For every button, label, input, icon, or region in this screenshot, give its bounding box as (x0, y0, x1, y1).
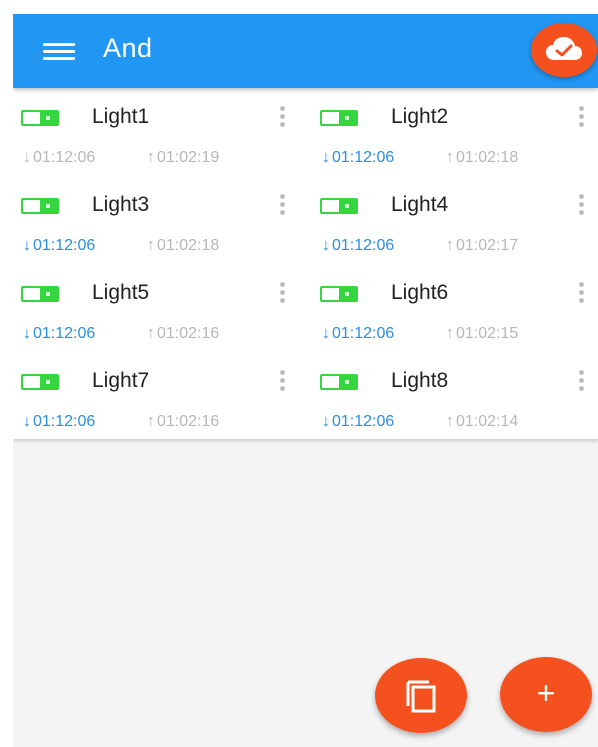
down-time: ↓ 01:12:06 (322, 413, 395, 430)
more-options-icon[interactable] (575, 368, 587, 394)
up-time: ↑ 01:02:17 (446, 237, 519, 254)
light-toggle-switch[interactable] (320, 286, 358, 302)
light-name: Light7 (92, 369, 150, 392)
light-toggle-switch[interactable] (21, 286, 59, 302)
more-options-icon[interactable] (575, 104, 587, 130)
arrow-down-icon: ↓ (23, 149, 31, 166)
light-toggle-switch[interactable] (320, 374, 358, 390)
light-card: Light6 ↓ 01:12:06 ↑ 01:02:15 (312, 264, 598, 352)
up-time: ↑ 01:02:14 (446, 413, 519, 430)
app-window: And Light1 ↓ 01:12:06 ↑ 01:02:19 Light2 ↓ 0… (13, 14, 598, 747)
light-card: Light7 ↓ 01:12:06 ↑ 01:02:16 (13, 352, 305, 440)
up-time: ↑ 01:02:19 (147, 149, 220, 166)
plus-icon: + (536, 675, 556, 711)
copy-button[interactable] (375, 658, 467, 733)
screenshot-frame-left (0, 0, 13, 747)
arrow-up-icon: ↑ (147, 149, 155, 166)
arrow-up-icon: ↑ (446, 237, 454, 254)
arrow-down-icon: ↓ (23, 413, 31, 430)
arrow-down-icon: ↓ (23, 237, 31, 254)
light-card: Light4 ↓ 01:12:06 ↑ 01:02:17 (312, 176, 598, 264)
lights-grid: Light1 ↓ 01:12:06 ↑ 01:02:19 Light2 ↓ 01:12… (13, 88, 598, 439)
arrow-down-icon: ↓ (322, 325, 330, 342)
more-options-icon[interactable] (276, 192, 288, 218)
down-time: ↓ 01:12:06 (23, 149, 96, 166)
light-name: Light3 (92, 193, 150, 216)
more-options-icon[interactable] (276, 280, 288, 306)
up-time: ↑ 01:02:18 (147, 237, 220, 254)
light-name: Light8 (391, 369, 449, 392)
light-name: Light4 (391, 193, 449, 216)
down-time: ↓ 01:12:06 (23, 413, 96, 430)
arrow-up-icon: ↑ (147, 413, 155, 430)
app-title: And (103, 33, 153, 63)
light-card: Light2 ↓ 01:12:06 ↑ 01:02:18 (312, 88, 598, 176)
arrow-up-icon: ↑ (446, 413, 454, 430)
arrow-up-icon: ↑ (147, 325, 155, 342)
down-time: ↓ 01:12:06 (23, 237, 96, 254)
light-toggle-switch[interactable] (21, 198, 59, 214)
light-card: Light8 ↓ 01:12:06 ↑ 01:02:14 (312, 352, 598, 440)
arrow-up-icon: ↑ (446, 325, 454, 342)
light-name: Light5 (92, 281, 150, 304)
down-time: ↓ 01:12:06 (23, 325, 96, 342)
up-time: ↑ 01:02:16 (147, 325, 220, 342)
down-time: ↓ 01:12:06 (322, 149, 395, 166)
light-toggle-switch[interactable] (21, 374, 59, 390)
arrow-down-icon: ↓ (23, 325, 31, 342)
add-button[interactable]: + (500, 657, 592, 732)
more-options-icon[interactable] (276, 368, 288, 394)
arrow-down-icon: ↓ (322, 237, 330, 254)
up-time: ↑ 01:02:18 (446, 149, 519, 166)
light-card: Light5 ↓ 01:12:06 ↑ 01:02:16 (13, 264, 305, 352)
light-card: Light3 ↓ 01:12:06 ↑ 01:02:18 (13, 176, 305, 264)
light-toggle-switch[interactable] (21, 110, 59, 126)
light-card: Light1 ↓ 01:12:06 ↑ 01:02:19 (13, 88, 305, 176)
copy-icon (406, 680, 436, 713)
more-options-icon[interactable] (575, 280, 587, 306)
light-name: Light2 (391, 105, 449, 128)
arrow-up-icon: ↑ (147, 237, 155, 254)
arrow-down-icon: ↓ (322, 149, 330, 166)
hamburger-menu-icon[interactable] (43, 38, 75, 64)
down-time: ↓ 01:12:06 (322, 237, 395, 254)
app-bar: And (13, 14, 598, 88)
more-options-icon[interactable] (575, 192, 587, 218)
light-name: Light6 (391, 281, 449, 304)
light-toggle-switch[interactable] (320, 110, 358, 126)
light-name: Light1 (92, 105, 150, 128)
screenshot-frame-top (0, 0, 598, 14)
arrow-down-icon: ↓ (322, 413, 330, 430)
down-time: ↓ 01:12:06 (322, 325, 395, 342)
up-time: ↑ 01:02:16 (147, 413, 220, 430)
cloud-sync-button[interactable] (531, 23, 597, 77)
more-options-icon[interactable] (276, 104, 288, 130)
arrow-up-icon: ↑ (446, 149, 454, 166)
cloud-check-icon (546, 37, 582, 60)
up-time: ↑ 01:02:15 (446, 325, 519, 342)
light-toggle-switch[interactable] (320, 198, 358, 214)
